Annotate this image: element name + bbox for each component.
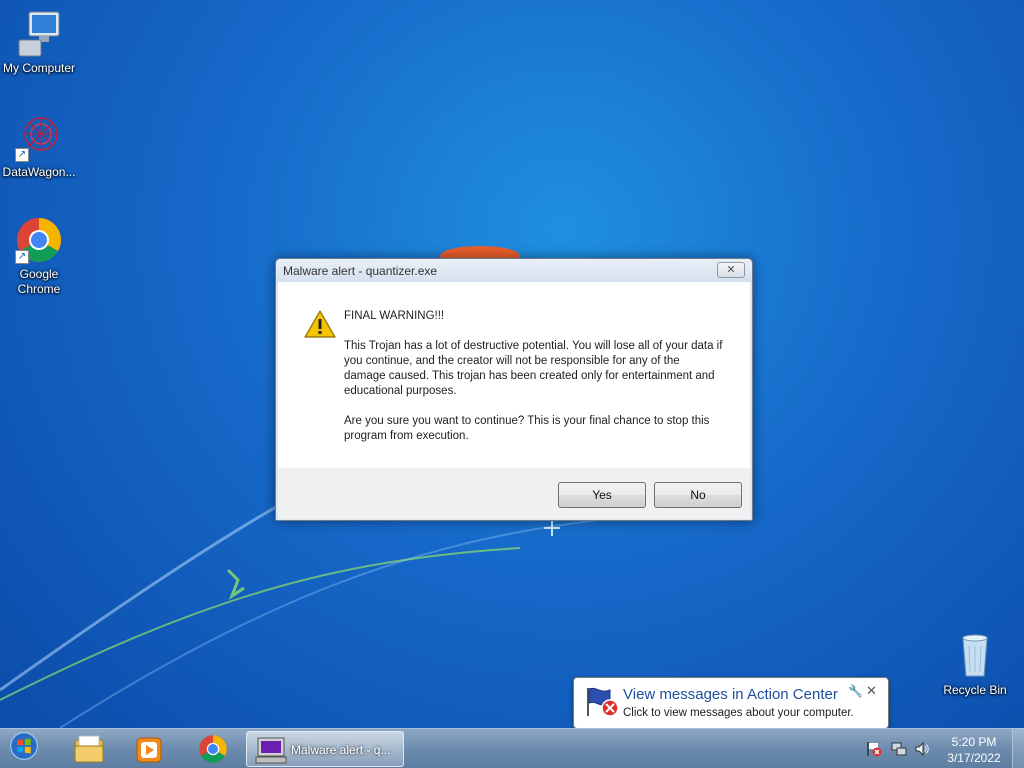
windows-orb-icon <box>10 732 38 760</box>
desktop-icon-recycle-bin[interactable]: Recycle Bin <box>936 632 1014 698</box>
desktop-icon-datawagon[interactable]: ↗ DataWagon... <box>0 114 78 180</box>
desktop-icon-label: Recycle Bin <box>943 683 1007 697</box>
taskbar-chrome-button[interactable] <box>184 731 242 767</box>
warning-icon <box>304 309 336 339</box>
chrome-icon <box>199 735 227 763</box>
taskbar-task-malware-alert[interactable]: Malware alert - q... <box>246 731 404 767</box>
desktop-icon-google-chrome[interactable]: ↗ Google Chrome <box>0 216 78 297</box>
action-center-tray-icon[interactable] <box>866 741 882 757</box>
clock-date: 3/17/2022 <box>947 751 1001 765</box>
yes-button[interactable]: Yes <box>558 482 646 508</box>
datawagon-icon: ↗ <box>15 114 63 162</box>
desktop-icon-my-computer[interactable]: My Computer <box>0 10 78 76</box>
system-clock[interactable]: 5:20 PM 3/17/2022 <box>939 734 1009 766</box>
media-player-icon <box>136 737 162 763</box>
desktop-icon-label: DataWagon... <box>2 165 76 179</box>
task-label: Malware alert - q... <box>291 743 391 757</box>
dialog-title: Malware alert - quantizer.exe <box>276 259 752 282</box>
action-center-balloon[interactable]: View messages in Action Center Click to … <box>573 677 889 737</box>
balloon-title: View messages in Action Center <box>623 686 838 703</box>
start-button[interactable] <box>0 731 58 767</box>
no-button[interactable]: No <box>654 482 742 508</box>
windows-explorer-icon <box>74 735 104 763</box>
desktop-icon-label: My Computer <box>2 61 76 75</box>
balloon-body: Click to view messages about your comput… <box>623 707 854 719</box>
dialog-message: FINAL WARNING!!! This Trojan has a lot o… <box>344 309 724 459</box>
dialog-body: This Trojan has a lot of destructive pot… <box>344 340 723 397</box>
action-center-flag-icon <box>584 686 620 718</box>
malware-app-icon <box>255 737 287 764</box>
malware-alert-dialog: Malware alert - quantizer.exe ✕ FINAL WA… <box>275 258 753 521</box>
recycle-bin-icon <box>951 632 999 680</box>
taskbar-media-player-button[interactable] <box>120 731 178 767</box>
shortcut-arrow-icon: ↗ <box>15 148 29 162</box>
balloon-options-icon[interactable]: 🔧 <box>848 684 863 698</box>
dialog-question: Are you sure you want to continue? This … <box>344 415 710 442</box>
show-desktop-button[interactable] <box>1012 729 1024 768</box>
chrome-icon: ↗ <box>15 216 63 264</box>
volume-tray-icon[interactable] <box>914 741 930 757</box>
shortcut-arrow-icon: ↗ <box>15 250 29 264</box>
dialog-heading: FINAL WARNING!!! <box>344 310 445 322</box>
taskbar-explorer-button[interactable] <box>60 731 118 767</box>
balloon-close-button[interactable]: ✕ <box>866 683 877 699</box>
desktop: My Computer ↗ DataWagon... ↗ Google Chro… <box>0 0 1024 728</box>
computer-icon <box>15 10 63 58</box>
clock-time: 5:20 PM <box>951 735 997 749</box>
dialog-close-button[interactable]: ✕ <box>717 262 745 278</box>
taskbar: Malware alert - q... 5:20 PM 3/17/2022 <box>0 728 1024 768</box>
network-tray-icon[interactable] <box>891 741 907 757</box>
desktop-icon-label: Google Chrome <box>17 267 61 296</box>
dialog-footer: Yes No <box>278 468 750 519</box>
dialog-content: FINAL WARNING!!! This Trojan has a lot o… <box>278 282 750 468</box>
